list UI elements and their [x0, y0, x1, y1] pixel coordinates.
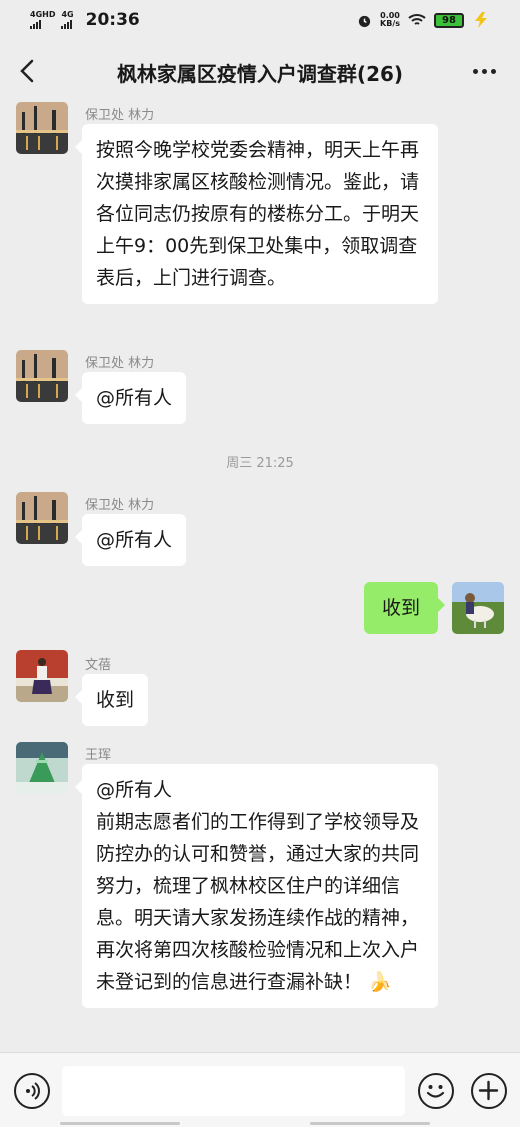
- green-glass-avatar[interactable]: [16, 742, 68, 794]
- network-label-2: 4G: [61, 10, 74, 19]
- input-bar: [0, 1052, 520, 1127]
- signal-icon: [61, 19, 73, 29]
- message-bubble[interactable]: @所有人 前期志愿者们的工作得到了学校领导及防控办的认可和赞誉，通过大家的共同努…: [75, 764, 438, 1008]
- message-input[interactable]: [62, 1066, 405, 1116]
- nav-indicator: [60, 1122, 180, 1125]
- city-skyline-avatar[interactable]: [16, 492, 68, 544]
- clock: 20:36: [85, 10, 140, 30]
- more-button[interactable]: [468, 54, 500, 88]
- voice-button[interactable]: [14, 1073, 50, 1109]
- net-speed-unit: KB/s: [380, 19, 400, 28]
- back-arrow-icon: [20, 59, 34, 83]
- status-bar: 4GHD 4G 20:36 0.00 KB/s 98: [0, 0, 520, 40]
- sender-name: 保卫处 林力: [85, 498, 155, 513]
- sender-name: 保卫处 林力: [85, 108, 155, 123]
- sheep-avatar[interactable]: [452, 582, 504, 634]
- plus-button[interactable]: [471, 1073, 507, 1109]
- message-bubble[interactable]: 按照今晚学校党委会精神，明天上午再次摸排家属区核酸检测情况。鉴此，请各位同志仍按…: [75, 124, 438, 304]
- status-right: 0.00 KB/s 98: [357, 12, 490, 28]
- message-bubble[interactable]: @所有人: [74, 372, 187, 424]
- city-skyline-avatar[interactable]: [16, 102, 68, 154]
- message-text: 前期志愿者们的工作得到了学校领导及防控办的认可和赞誉，通过大家的共同努力，梳理了…: [96, 811, 420, 993]
- plus-icon: [478, 1080, 499, 1101]
- emoji-icon: [426, 1085, 445, 1098]
- message-bubble-self[interactable]: 收到: [363, 582, 446, 634]
- signal-icon: [30, 19, 41, 29]
- voice-icon: [26, 1082, 40, 1100]
- network-indicator-2: 4G: [61, 10, 74, 29]
- time-divider: 周三 21:25: [226, 456, 294, 471]
- network-indicator-1: 4GHD: [30, 11, 55, 29]
- network-label-1: 4GHD: [30, 10, 56, 19]
- alarm-icon: [358, 15, 371, 27]
- chat-header: 枫林家属区疫情入户调查群(26): [0, 42, 520, 102]
- sender-name: 文蓓: [85, 658, 112, 673]
- status-left: 4GHD 4G 20:36: [30, 10, 140, 30]
- charging-icon: [475, 12, 487, 28]
- wifi-icon: [408, 14, 426, 25]
- city-skyline-avatar[interactable]: [16, 350, 68, 402]
- sender-name: 保卫处 林力: [85, 356, 155, 371]
- battery-icon: 98: [434, 12, 464, 28]
- battery-level: 98: [442, 14, 456, 26]
- message-bubble[interactable]: 收到: [74, 674, 149, 726]
- net-speed: 0.00 KB/s: [380, 12, 400, 28]
- person-standing-avatar[interactable]: [16, 650, 68, 702]
- back-button[interactable]: [14, 54, 44, 88]
- message-bubble[interactable]: @所有人: [74, 514, 187, 566]
- sender-name: 王珲: [85, 748, 112, 763]
- mention-line: @所有人: [96, 779, 173, 801]
- more-icon: [472, 68, 478, 74]
- chat-title: 枫林家属区疫情入户调查群(26): [116, 61, 404, 86]
- emoji-button[interactable]: [418, 1073, 454, 1109]
- banana-emoji: 🍌: [368, 971, 392, 993]
- nav-indicator: [310, 1122, 430, 1125]
